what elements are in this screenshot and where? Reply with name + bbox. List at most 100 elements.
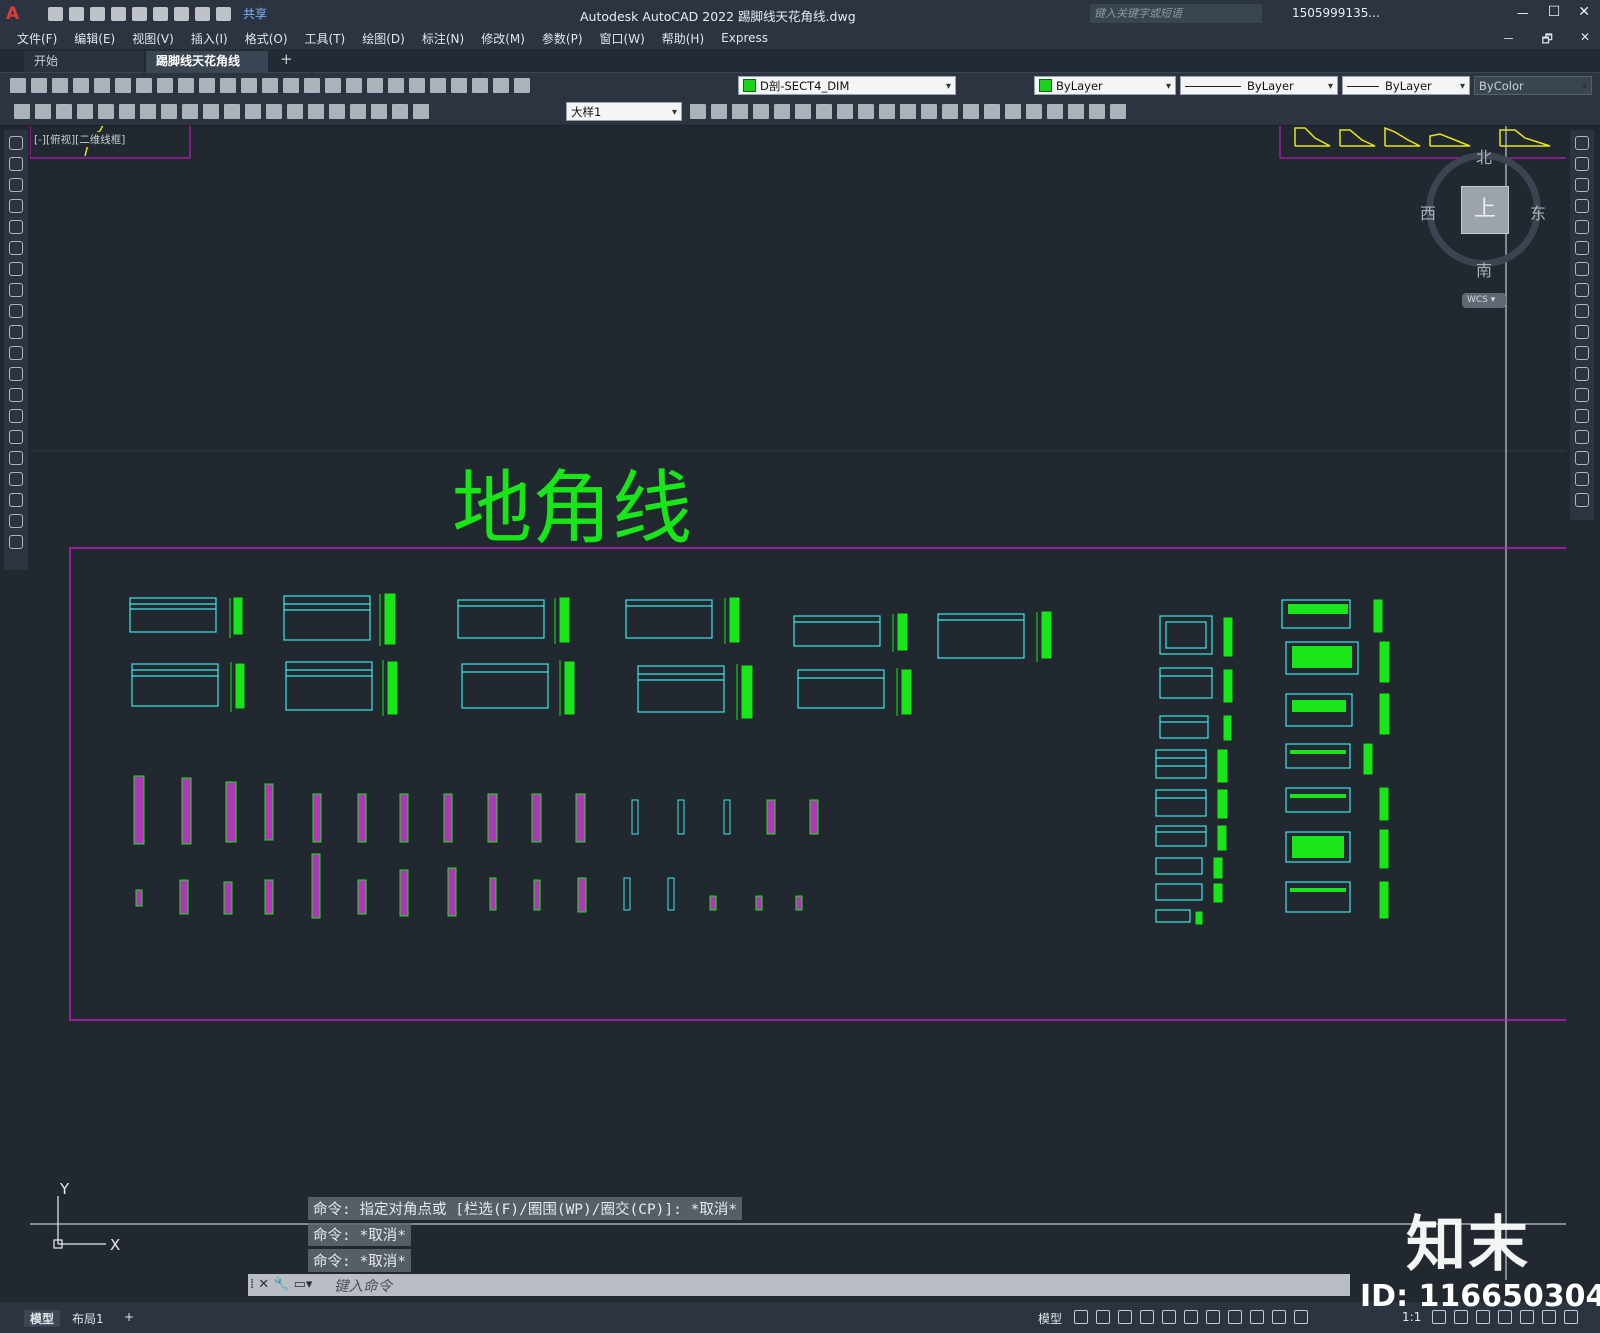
isodraft-icon[interactable] [1162, 1310, 1176, 1324]
maximize-button[interactable]: ☐ [1548, 4, 1561, 24]
make-block-icon[interactable] [9, 388, 23, 402]
break-icon[interactable] [921, 104, 937, 119]
lineweight-icon[interactable] [1228, 1310, 1242, 1324]
doc-minimize-button[interactable]: － [1503, 30, 1515, 51]
new-tab-button[interactable]: + [280, 50, 293, 68]
menu-help[interactable]: 帮助(H) [662, 30, 704, 47]
menu-parametric[interactable]: 参数(P) [542, 30, 583, 47]
trim-icon[interactable] [1575, 325, 1589, 339]
break-at-point-icon[interactable] [1575, 367, 1589, 381]
preview-icon[interactable] [94, 78, 110, 93]
dim-aligned-icon[interactable] [35, 104, 51, 119]
blend-curves-icon[interactable] [1575, 472, 1589, 486]
arc-icon[interactable] [9, 241, 23, 255]
redo-icon[interactable] [262, 78, 278, 93]
zoom-realtime-icon[interactable] [304, 78, 320, 93]
tab-drawing[interactable]: 踢脚线天花角线*✕ [146, 51, 268, 89]
line-icon[interactable] [9, 136, 23, 150]
plot-icon[interactable] [174, 6, 189, 21]
attribute-icon[interactable] [1089, 104, 1105, 119]
save-icon[interactable] [90, 6, 105, 21]
3dprint-icon[interactable] [136, 78, 152, 93]
autocad-logo-icon[interactable]: A [6, 4, 28, 24]
dim-baseline-icon[interactable] [203, 104, 219, 119]
linetype-dropdown[interactable]: ByLayer [1180, 76, 1338, 96]
rectangle-icon[interactable] [9, 220, 23, 234]
polar-icon[interactable] [1140, 1310, 1154, 1324]
rotate-icon[interactable] [816, 104, 832, 119]
open-from-web-icon[interactable] [132, 6, 147, 21]
inspect-icon[interactable] [329, 104, 345, 119]
tab-layout1[interactable]: 布局1 [72, 1310, 104, 1327]
ellipse-icon[interactable] [9, 325, 23, 339]
undo-icon[interactable] [195, 6, 210, 21]
snap-icon[interactable] [1096, 1310, 1110, 1324]
dim-text-edit-icon[interactable] [392, 104, 408, 119]
auto-scale-icon[interactable] [1294, 1310, 1308, 1324]
pan-icon[interactable] [283, 78, 299, 93]
qnew-icon[interactable] [10, 78, 26, 93]
close-button[interactable]: ✕ [1578, 4, 1590, 24]
rotate-icon[interactable] [1575, 262, 1589, 276]
fillet-icon[interactable] [1575, 451, 1589, 465]
viewport-controls-label[interactable]: [-][俯视][二维线框] [34, 132, 126, 147]
jogged-linear-icon[interactable] [350, 104, 366, 119]
markup-icon[interactable] [451, 78, 467, 93]
copy-icon[interactable] [1575, 157, 1589, 171]
dim-update-icon[interactable] [413, 104, 429, 119]
menu-window[interactable]: 窗口(W) [600, 30, 645, 47]
dim-ordinate-icon[interactable] [77, 104, 93, 119]
osnap-tracking-icon[interactable] [1184, 1310, 1198, 1324]
dim-arc-icon[interactable] [56, 104, 72, 119]
design-center-icon[interactable] [388, 78, 404, 93]
save-to-web-icon[interactable] [153, 6, 168, 21]
osnap-icon[interactable] [1206, 1310, 1220, 1324]
polyline-icon[interactable] [9, 178, 23, 192]
viewcube-north[interactable]: 北 [1476, 144, 1492, 168]
chamfer-icon[interactable] [1575, 430, 1589, 444]
minimize-button[interactable]: － [1516, 4, 1530, 24]
revcloud-icon[interactable] [9, 283, 23, 297]
tool-palettes-icon[interactable] [409, 78, 425, 93]
redo-icon[interactable] [216, 6, 231, 21]
annotation-visibility-icon[interactable] [1272, 1310, 1286, 1324]
transparency-icon[interactable] [1250, 1310, 1264, 1324]
zoom-window-icon[interactable] [325, 78, 341, 93]
offset-icon[interactable] [753, 104, 769, 119]
dim-angular-icon[interactable] [161, 104, 177, 119]
menu-draw[interactable]: 绘图(D) [362, 30, 405, 47]
menu-tools[interactable]: 工具(T) [305, 30, 346, 47]
erase-icon[interactable] [1575, 136, 1589, 150]
doc-restore-button[interactable]: 🗗 [1542, 30, 1553, 51]
model-space-button[interactable]: 模型 [1038, 1310, 1062, 1327]
mirror-icon[interactable] [1575, 178, 1589, 192]
user-account[interactable]: 1505999135... [1292, 6, 1380, 20]
menu-modify[interactable]: 修改(M) [481, 30, 525, 47]
zoom-previous-icon[interactable] [346, 78, 362, 93]
table-icon[interactable] [9, 493, 23, 507]
center-mark-icon[interactable] [308, 104, 324, 119]
viewcube-east[interactable]: 东 [1530, 200, 1546, 224]
paste-icon[interactable] [199, 78, 215, 93]
array-icon[interactable] [774, 104, 790, 119]
dim-radius-icon[interactable] [98, 104, 114, 119]
menu-dimension[interactable]: 标注(N) [422, 30, 464, 47]
wblock-icon[interactable] [1110, 104, 1126, 119]
command-line-tools[interactable]: ⁞ ✕ 🔧 ▭▾ [250, 1277, 312, 1292]
cut-icon[interactable] [157, 78, 173, 93]
menu-insert[interactable]: 插入(I) [191, 30, 228, 47]
grid-icon[interactable] [1074, 1310, 1088, 1324]
publish-icon[interactable] [115, 78, 131, 93]
move-icon[interactable] [1575, 241, 1589, 255]
tab-start[interactable]: 开始 [24, 51, 144, 72]
tab-model[interactable]: 模型 [24, 1310, 61, 1327]
menu-view[interactable]: 视图(V) [132, 30, 174, 47]
save-as-icon[interactable] [111, 6, 126, 21]
mtext-icon[interactable] [9, 514, 23, 528]
viewcube-south[interactable]: 南 [1476, 257, 1492, 281]
stretch-icon[interactable] [858, 104, 874, 119]
move-icon[interactable] [795, 104, 811, 119]
add-layout-button[interactable]: + [124, 1310, 134, 1324]
ellipse-arc-icon[interactable] [9, 346, 23, 360]
calculator-icon[interactable] [472, 78, 488, 93]
